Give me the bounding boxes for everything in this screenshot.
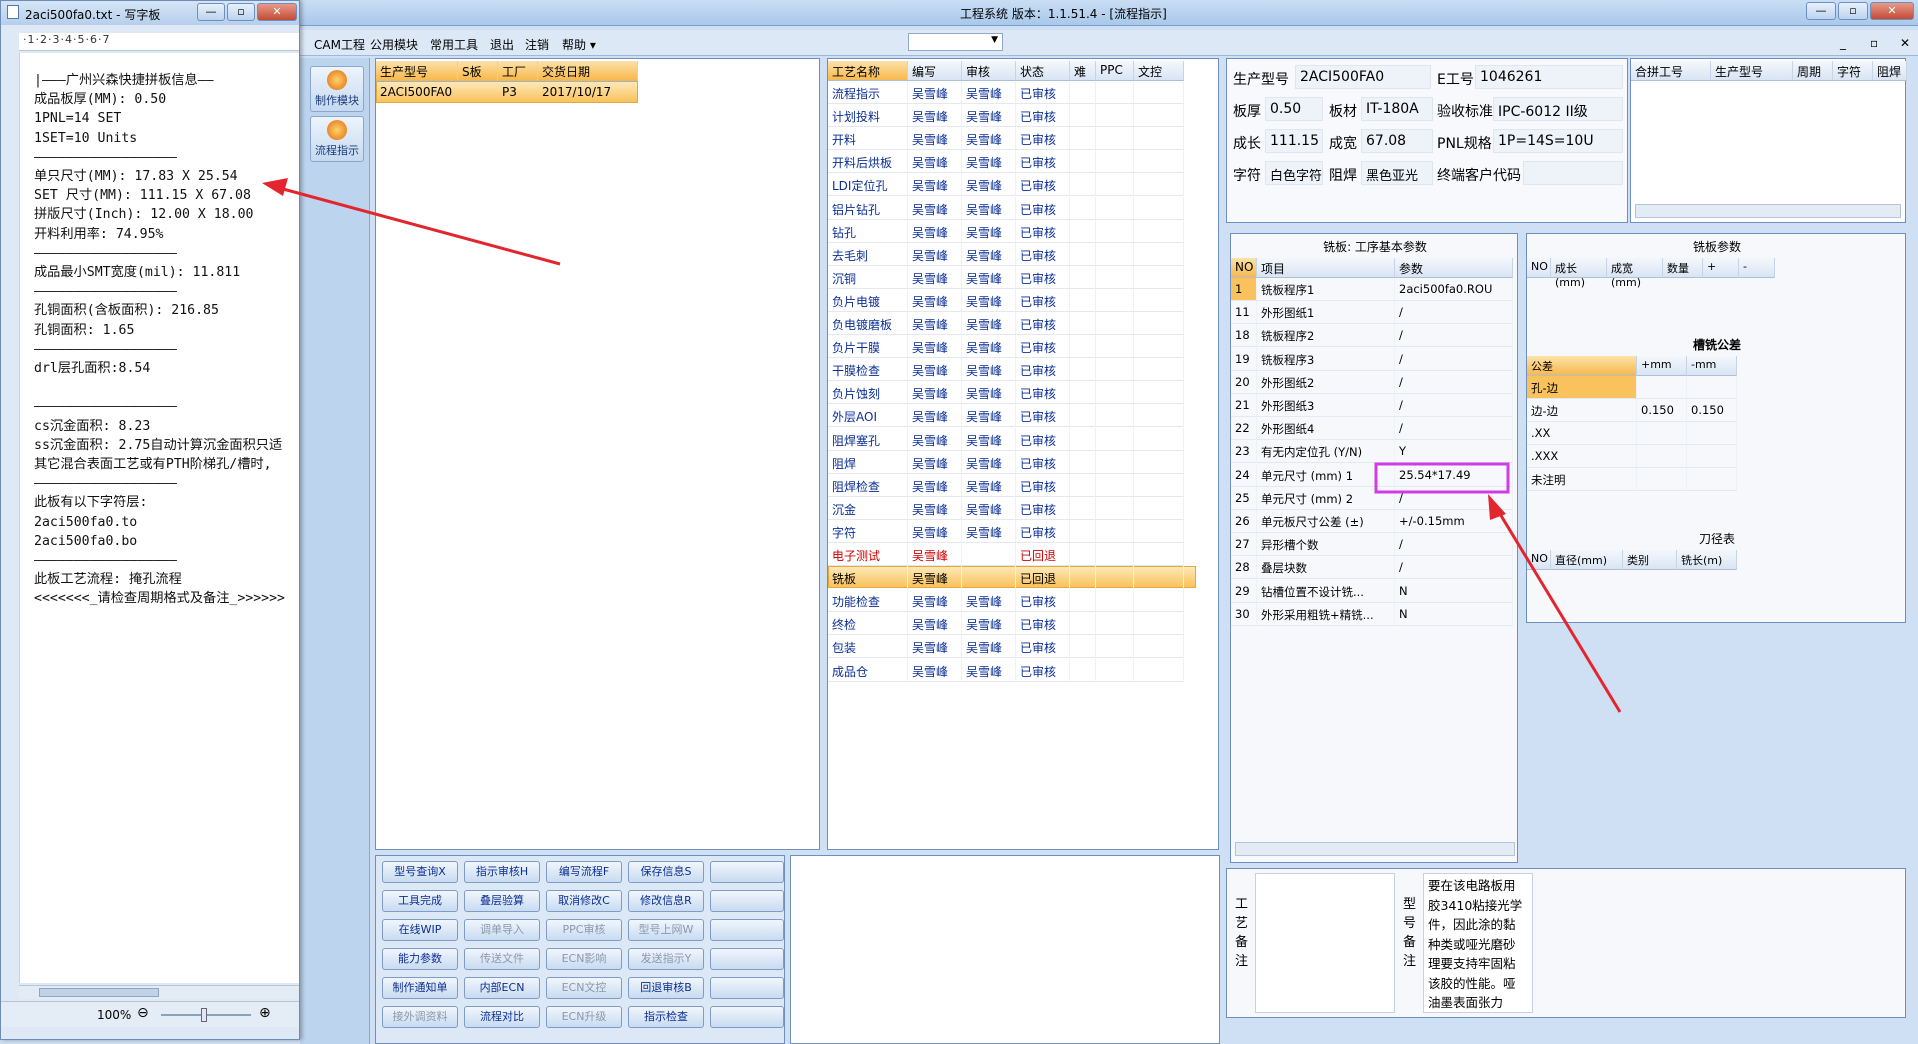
arrowhead-right-icon <box>1488 494 1506 520</box>
annotation-arrow-right <box>1492 503 1622 713</box>
highlight-box <box>1374 462 1510 494</box>
annotation-layer <box>262 178 1622 713</box>
annotation-arrow-left <box>271 184 561 266</box>
arrowhead-left-icon <box>262 178 288 196</box>
